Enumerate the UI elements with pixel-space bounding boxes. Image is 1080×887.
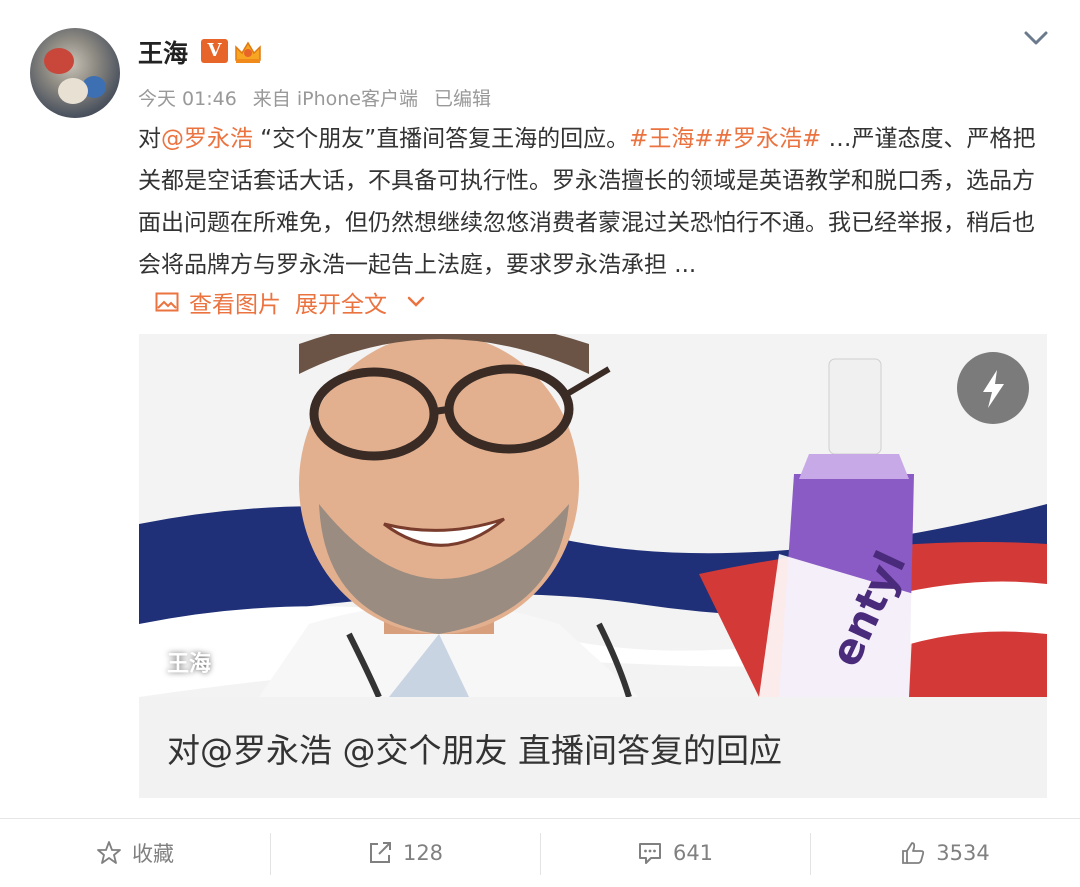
chevron-down-icon[interactable] — [1022, 28, 1050, 48]
chevron-down-icon[interactable] — [407, 296, 425, 308]
media-card[interactable]: entyl 王海 对@罗永浩 @交个朋友 直播间答复的回应 — [139, 334, 1047, 798]
text-prefix: 对 — [138, 126, 161, 152]
card-author-overlay: 王海 — [167, 652, 212, 677]
post-edited[interactable]: 已编辑 — [434, 88, 491, 110]
v-badge-icon: V — [201, 39, 228, 63]
comment-count: 641 — [672, 841, 714, 865]
hashtag-link[interactable]: #罗永浩# — [714, 126, 822, 152]
action-bar: 收藏 128 641 3534 — [0, 819, 1080, 887]
flash-icon[interactable] — [957, 352, 1029, 424]
post-text: 对@罗永浩 “交个朋友”直播间答复王海的回应。#王海##罗永浩# …严谨态度、严… — [138, 118, 1038, 286]
post-time[interactable]: 今天 01:46 — [138, 88, 237, 110]
avatar[interactable] — [30, 28, 120, 118]
repost-icon — [369, 842, 391, 863]
view-images-link[interactable]: 查看图片 — [189, 285, 281, 319]
favorite-label: 收藏 — [132, 842, 174, 866]
thumbnail-illustration: entyl — [139, 334, 1047, 697]
post-meta: 今天 01:46 来自 iPhone客户端 已编辑 — [138, 84, 507, 111]
text-part: “交个朋友”直播间答复王海的回应。 — [253, 126, 630, 152]
star-icon — [97, 841, 121, 864]
thumbs-up-icon — [902, 842, 925, 864]
post-expand-row: 查看图片 展开全文 — [155, 285, 425, 319]
post-source: 来自 iPhone客户端 — [252, 88, 418, 110]
repost-count: 128 — [402, 841, 444, 865]
comment-icon — [638, 843, 661, 864]
card-title[interactable]: 对@罗永浩 @交个朋友 直播间答复的回应 — [167, 724, 782, 772]
crown-icon — [235, 41, 261, 63]
comment-button[interactable]: 641 — [540, 819, 810, 887]
expand-text-link[interactable]: 展开全文 — [295, 285, 387, 319]
like-count: 3534 — [936, 841, 990, 865]
favorite-button[interactable]: 收藏 — [0, 819, 270, 887]
like-button[interactable]: 3534 — [810, 819, 1080, 887]
mention-link[interactable]: @罗永浩 — [161, 126, 253, 152]
username[interactable]: 王海 — [138, 34, 188, 70]
avatar-art — [44, 48, 74, 74]
repost-button[interactable]: 128 — [270, 819, 540, 887]
image-icon — [155, 292, 179, 312]
hashtag-link[interactable]: #王海# — [629, 126, 714, 152]
card-thumbnail[interactable]: entyl 王海 — [139, 334, 1047, 697]
avatar-art — [58, 78, 88, 104]
